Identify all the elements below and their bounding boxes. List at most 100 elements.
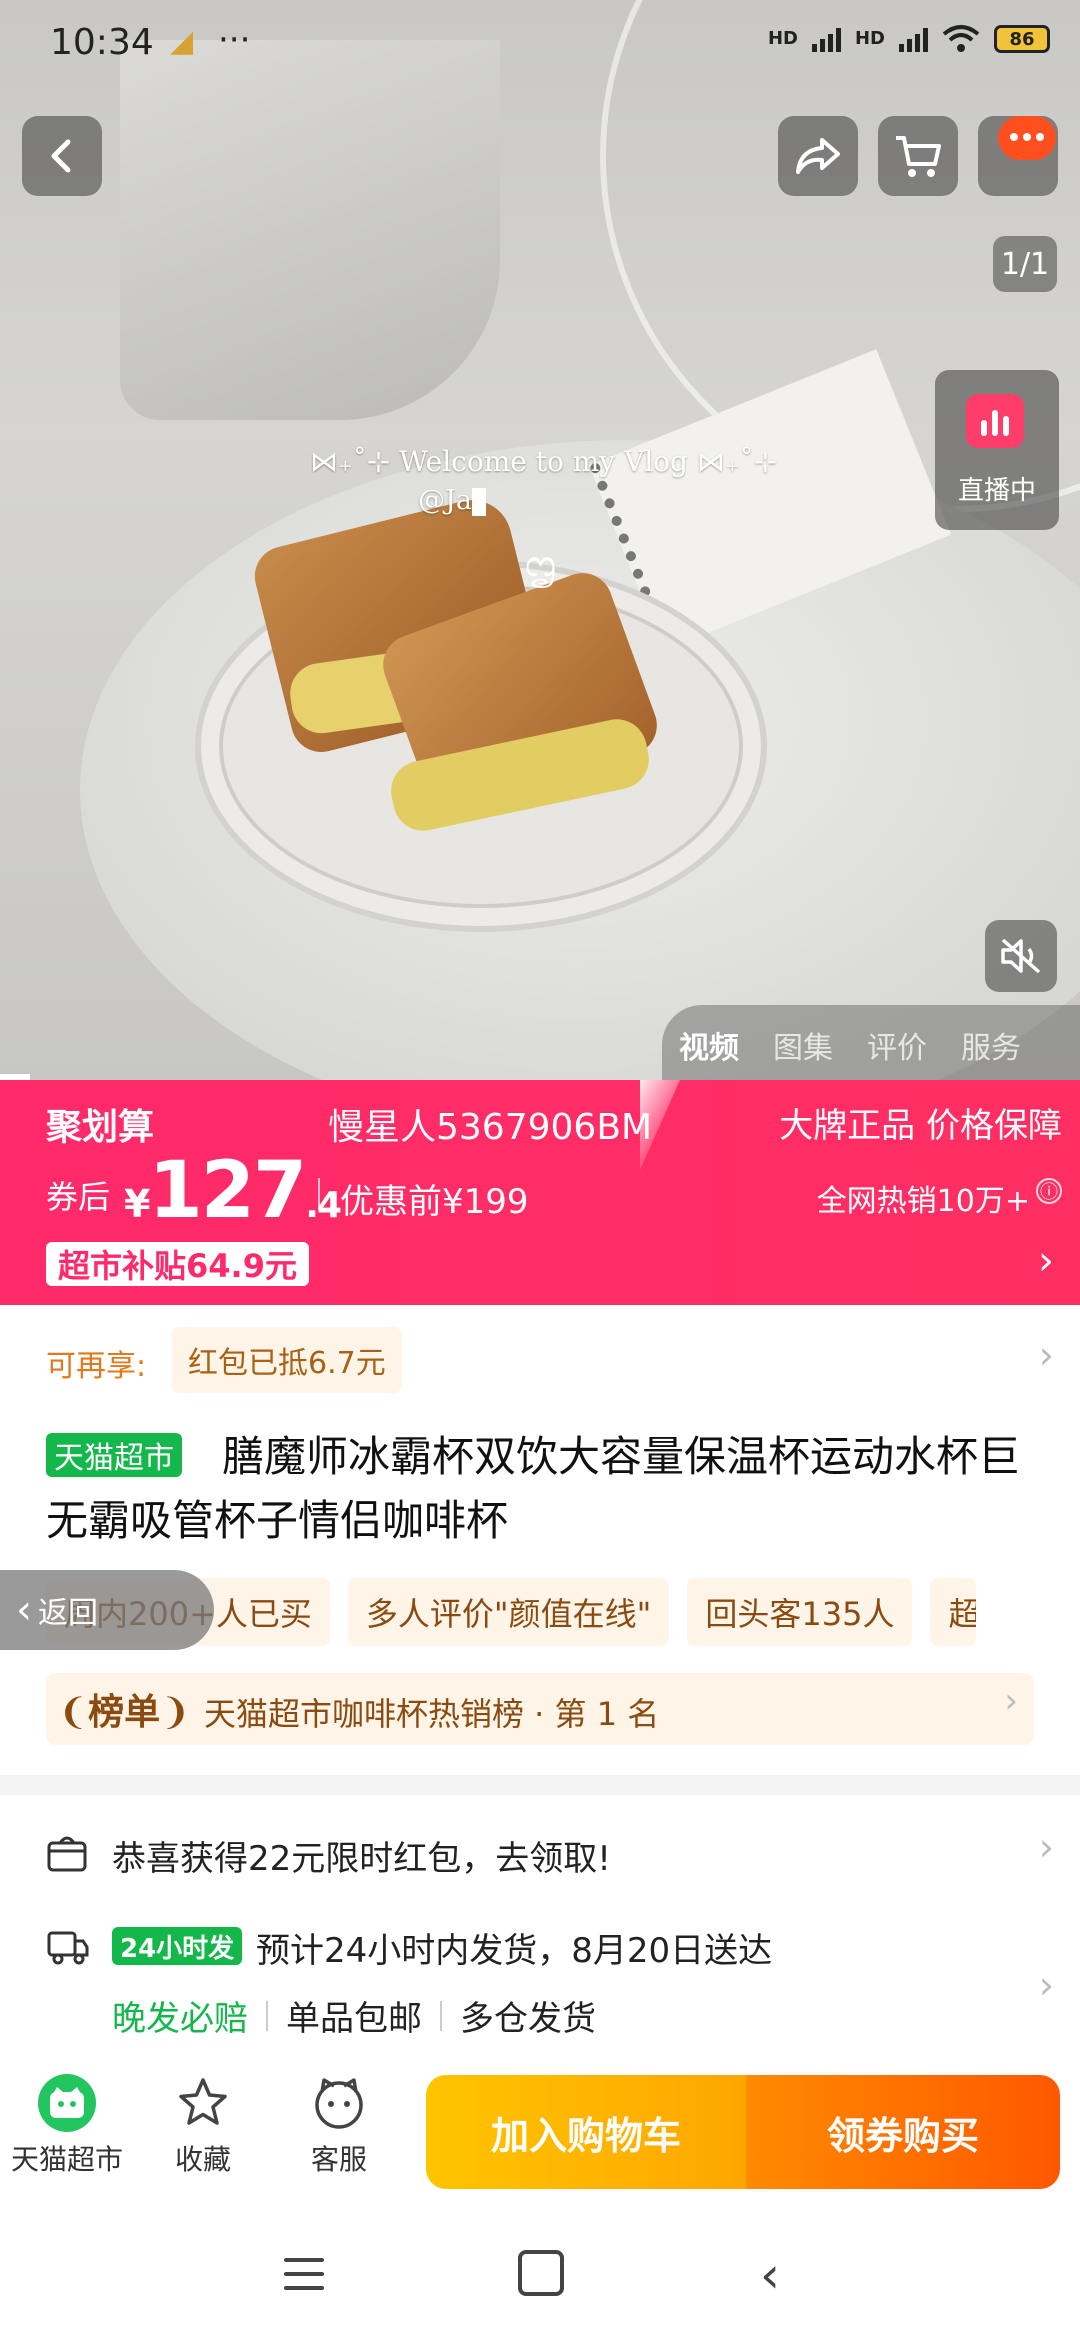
mute-icon xyxy=(1001,938,1041,974)
tab-reviews[interactable]: 评价 xyxy=(850,1023,944,1067)
back-floating-button[interactable]: ‹ 返回 xyxy=(0,1570,214,1650)
service-label: 客服 xyxy=(310,2143,367,2176)
status-time: 10:34 xyxy=(50,22,154,63)
customer-service-icon xyxy=(315,2078,363,2129)
tab-gallery[interactable]: 图集 xyxy=(756,1023,850,1067)
24h-badge: 24小时发 xyxy=(112,1927,243,1965)
store-badge: 天猫超市 xyxy=(46,1433,182,1477)
menu-nav-button[interactable] xyxy=(284,2258,324,2300)
chevron-right-icon: › xyxy=(1038,1963,1054,2007)
price-decimal: .4 xyxy=(305,1185,342,1226)
battery-icon: 86 xyxy=(994,25,1050,53)
wifi-icon xyxy=(942,25,980,52)
ranking-text: 天猫超市咖啡杯热销榜 · 第 1 名 xyxy=(204,1695,660,1733)
live-icon xyxy=(966,394,1024,448)
buy-with-coupon-button[interactable]: 领券购买 xyxy=(746,2075,1060,2189)
share-icon xyxy=(796,138,840,174)
tag-more[interactable]: 超 xyxy=(930,1578,977,1646)
price-before: 优惠前¥199 xyxy=(340,1182,529,1222)
share-button[interactable] xyxy=(778,116,858,196)
divider xyxy=(266,2000,268,2031)
buyer-notice: 慢星人5367906BM xyxy=(328,1107,653,1148)
product-title: 膳魔师冰霸杯双饮大容量保温杯运动水杯巨无霸吸管杯子情侣咖啡杯 xyxy=(46,1425,1036,1553)
chevron-right-icon: › xyxy=(1004,1681,1018,1721)
guarantee-free-shipping: 单品包邮 xyxy=(286,1999,422,2039)
favorite-label: 收藏 xyxy=(174,2143,231,2176)
subsidy-badge: 超市补贴64.9元 xyxy=(46,1242,309,1286)
ranking-badge: ❨榜单❩ xyxy=(58,1683,190,1735)
cat-face-icon xyxy=(50,2087,84,2118)
cart-icon xyxy=(896,136,941,177)
price: ¥127.4 xyxy=(124,1146,342,1236)
status-more-dots: ··· xyxy=(218,20,251,60)
customer-service-button[interactable]: 客服 xyxy=(274,2074,404,2178)
tag-reviews[interactable]: 多人评价"颜值在线" xyxy=(347,1578,670,1646)
mute-button[interactable] xyxy=(985,920,1057,992)
coupon-icon xyxy=(47,1836,87,1872)
status-icons: HD HD 86 xyxy=(768,24,1050,54)
back-icon xyxy=(51,139,71,173)
juhuasuan-label: 聚划算 xyxy=(46,1107,155,1148)
guarantee-late-comp: 晚发必赔 xyxy=(112,1999,248,2039)
chat-icon[interactable] xyxy=(998,116,1056,160)
shipping-guarantees: 晚发必赔 单品包邮 多仓发货 xyxy=(112,1991,596,2040)
service-card: 恭喜获得22元限时红包，去领取! › 24小时发 预计24小时内发货，8月20日… xyxy=(0,1795,1080,2070)
signal-icon xyxy=(899,26,928,52)
brand-guarantee: 大牌正品 价格保障 xyxy=(779,1106,1062,1146)
ranking-badge-text: 榜单 xyxy=(88,1692,161,1733)
chevron-right-icon[interactable]: › xyxy=(1039,1333,1054,1377)
system-nav-bar: ‹ xyxy=(0,2220,1080,2340)
tag-repeat-customers[interactable]: 回头客135人 xyxy=(687,1578,913,1646)
product-info-card: 可再享: 红包已抵6.7元 › 膳魔师冰霸杯双饮大容量保温杯运动水杯巨无霸吸管杯… xyxy=(0,1305,1080,1775)
home-nav-button[interactable] xyxy=(518,2250,564,2296)
info-icon[interactable]: ⓘ xyxy=(1036,1178,1062,1204)
back-pill-label: 返回 xyxy=(38,1596,98,1631)
back-button[interactable] xyxy=(22,116,102,196)
notification-icon: ◢ xyxy=(170,24,194,59)
tab-video[interactable]: 视频 xyxy=(662,1023,756,1067)
cart-button[interactable] xyxy=(878,116,958,196)
chevron-left-icon: ‹ xyxy=(16,1587,32,1633)
tmall-store-icon xyxy=(38,2074,96,2132)
store-label: 天猫超市 xyxy=(10,2143,123,2176)
signal-icon xyxy=(811,26,841,52)
currency-symbol: ¥ xyxy=(124,1182,150,1226)
live-stream-button[interactable]: 直播中 xyxy=(935,370,1059,530)
chevron-right-icon[interactable]: › xyxy=(1038,1238,1054,1284)
video-overlay-text: ⋈₊˚⊹ Welcome to my Vlog ⋈₊˚⊹ xyxy=(310,445,778,478)
media-tabs: 视频 图集 评价 服务 xyxy=(662,1005,1080,1080)
guarantee-multi-warehouse: 多仓发货 xyxy=(460,1999,596,2039)
redeem-tag[interactable]: 红包已抵6.7元 xyxy=(172,1327,402,1393)
image-page-indicator: 1/1 xyxy=(993,236,1057,292)
add-to-cart-button[interactable]: 加入购物车 xyxy=(426,2075,746,2189)
divider xyxy=(440,2000,442,2031)
hot-sales: 全网热销10万+ xyxy=(816,1184,1030,1219)
video-overlay-handle: @Ja xyxy=(418,485,486,516)
favorite-button[interactable]: 收藏 xyxy=(138,2074,268,2178)
star-icon xyxy=(179,2078,227,2125)
ranking-banner[interactable]: ❨榜单❩ 天猫超市咖啡杯热销榜 · 第 1 名 › xyxy=(46,1673,1034,1745)
live-label: 直播中 xyxy=(957,476,1036,506)
chevron-right-icon: › xyxy=(1038,1825,1054,1869)
price-integer: 127 xyxy=(148,1146,307,1236)
coupon-row[interactable]: 恭喜获得22元限时红包，去领取! › xyxy=(0,1795,1080,1905)
delivery-truck-icon xyxy=(47,1931,89,1965)
divider xyxy=(318,1178,320,1210)
bow-icon: ᦗ xyxy=(525,540,557,586)
laurel-icon: ❩ xyxy=(160,1692,191,1733)
tab-service[interactable]: 服务 xyxy=(944,1023,1038,1067)
product-title-text: 膳魔师冰霸杯双饮大容量保温杯运动水杯巨无霸吸管杯子情侣咖啡杯 xyxy=(46,1432,1021,1545)
hd-label: HD xyxy=(767,28,798,49)
promo-banner[interactable]: 聚划算 慢星人5367906BM 大牌正品 价格保障 券后 ¥127.4 优惠前… xyxy=(0,1080,1080,1305)
hd-label: HD xyxy=(854,28,885,49)
redeem-label: 可再享: xyxy=(46,1349,147,1384)
product-image[interactable]: ⋈₊˚⊹ Welcome to my Vlog ⋈₊˚⊹ @Ja ᦗ 10:34… xyxy=(0,0,1080,1080)
shipping-text: 预计24小时内发货，8月20日送达 xyxy=(256,1931,773,1971)
back-nav-button[interactable]: ‹ xyxy=(760,2246,780,2304)
image-chair xyxy=(120,40,500,420)
store-button[interactable]: 天猫超市 xyxy=(2,2074,132,2178)
after-coupon-label: 券后 xyxy=(46,1178,111,1216)
overlay-handle-text: @Ja xyxy=(418,485,472,516)
text-cursor xyxy=(471,487,486,516)
coupon-text: 恭喜获得22元限时红包，去领取! xyxy=(112,1839,611,1879)
